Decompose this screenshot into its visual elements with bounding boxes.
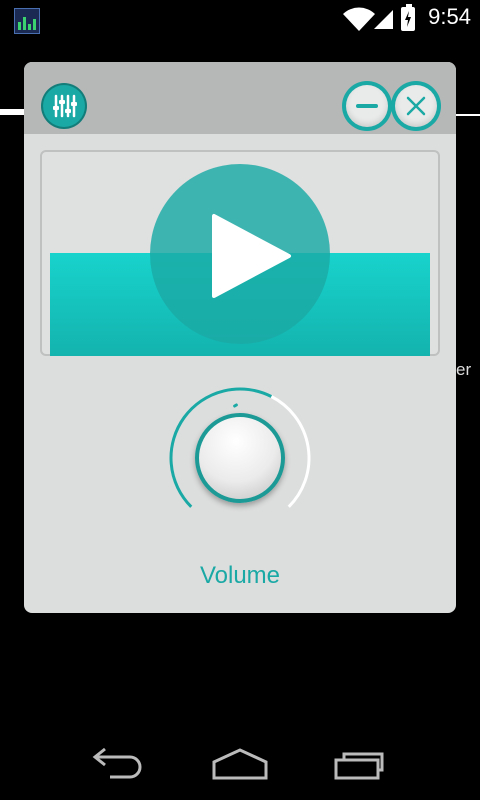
equalizer-icon (53, 94, 77, 118)
home-icon (212, 748, 268, 780)
back-icon (92, 747, 142, 779)
status-bar: 9:54 (0, 0, 480, 38)
recent-apps-icon (334, 752, 384, 780)
battery-charging-icon (401, 4, 415, 31)
equalizer-app-icon (14, 8, 40, 34)
play-button[interactable] (150, 164, 330, 344)
recent-apps-button[interactable] (330, 742, 390, 782)
volume-knob[interactable] (195, 413, 285, 503)
equalizer-button[interactable] (43, 85, 85, 127)
player-display (40, 150, 440, 356)
background-text: er (456, 360, 472, 379)
close-button[interactable] (395, 85, 437, 127)
player-panel: Volume (24, 62, 456, 613)
home-button[interactable] (210, 742, 270, 782)
back-button[interactable] (90, 742, 150, 782)
volume-label: Volume (199, 562, 281, 589)
background-divider (456, 114, 480, 116)
status-clock: 9:54 (428, 4, 471, 29)
wifi-icon (343, 7, 375, 31)
play-icon (212, 214, 291, 298)
minimize-button[interactable] (346, 85, 388, 127)
minimize-icon (356, 104, 378, 108)
signal-icon (374, 10, 393, 29)
volume-knob-control[interactable] (164, 382, 316, 534)
panel-header (24, 62, 456, 134)
navigation-bar (0, 720, 480, 800)
close-icon (406, 96, 426, 116)
background-divider (0, 109, 24, 115)
